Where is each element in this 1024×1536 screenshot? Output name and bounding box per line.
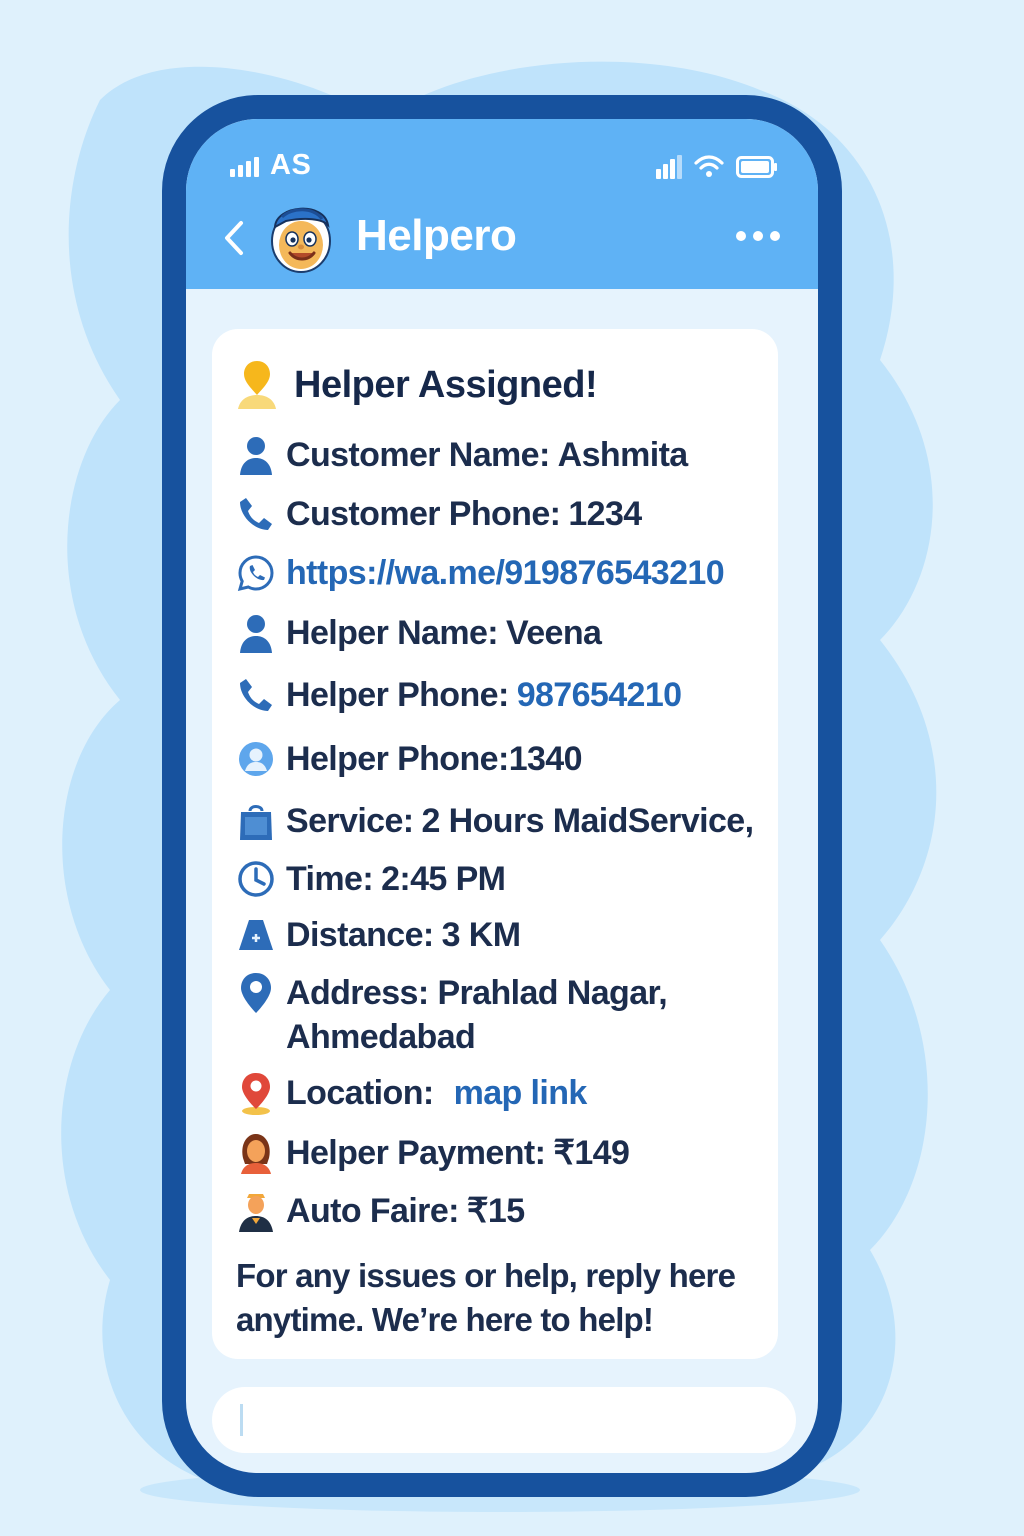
person-pin-icon [238, 361, 276, 409]
helper-phone-label: Helper Phone: [286, 675, 509, 714]
battery-icon [736, 156, 777, 178]
message-input[interactable] [212, 1387, 796, 1453]
customer-name-value: Ashmita [557, 435, 689, 474]
carrier-label: AS [270, 149, 312, 181]
customer-phone-value: 1234 [568, 494, 642, 533]
helper-name-row: Helper Name: Veena [236, 613, 602, 653]
person-icon [240, 437, 272, 475]
bag-icon [240, 805, 272, 840]
helper-payment-row: Helper Payment: ₹149 [236, 1133, 630, 1174]
clock-icon [238, 861, 274, 897]
address-line2: Ahmedabad [286, 1018, 476, 1056]
helper-phone-row: Helper Phone: 987654210 [236, 675, 682, 715]
chat-header: AS Helpero [186, 119, 818, 289]
message-title: Helper Assigned! [234, 359, 598, 411]
helper-name-value: Veena [506, 613, 602, 652]
helper-name-label: Helper Name: [286, 613, 499, 652]
help-message-line1: For any issues or help, reply here [236, 1257, 736, 1294]
nav-bar: Helpero [186, 197, 818, 279]
helper-payment-value: ₹149 [553, 1134, 630, 1172]
carrier: AS [230, 149, 311, 182]
message-title-text: Helper Assigned! [294, 363, 598, 406]
helper-phone-2-label: Helper Phone: [286, 739, 509, 778]
more-dot [736, 231, 746, 241]
more-options-button[interactable] [736, 231, 780, 241]
text-caret [240, 1404, 243, 1436]
cellular-icon [656, 155, 682, 179]
address-label: Address: [286, 974, 429, 1012]
helper-phone-2-row: Helper Phone: 1340 [236, 739, 583, 779]
location-row: Location: map link [236, 1073, 588, 1115]
customer-phone-label: Customer Phone: [286, 494, 561, 533]
auto-fare-value: ₹15 [466, 1192, 525, 1230]
more-dot [753, 231, 763, 241]
distance-row: Distance: 3 KM [236, 915, 521, 955]
time-row: Time: 2:45 PM [236, 859, 506, 899]
driver-icon [239, 1194, 273, 1232]
distance-label: Distance: [286, 915, 434, 954]
location-label: Location: [286, 1073, 434, 1112]
phone-icon [240, 679, 272, 711]
location-pin-icon [242, 1073, 270, 1115]
service-row: Service: 2 Hours MaidService, [236, 801, 755, 841]
time-label: Time: [286, 859, 374, 898]
customer-name-label: Customer Name: [286, 435, 550, 474]
status-bar: AS [186, 149, 818, 189]
helper-payment-label: Helper Payment: [286, 1133, 546, 1172]
person-icon [240, 615, 272, 653]
signal-bars-icon [230, 156, 259, 177]
more-dot [770, 231, 780, 241]
distance-icon [239, 920, 273, 950]
whatsapp-link[interactable]: https://wa.me/919876543210 [286, 554, 725, 593]
woman-icon [241, 1134, 271, 1174]
phone-frame: AS Helpero Helper Assigned! Customer Nam… [162, 95, 842, 1497]
auto-fare-label: Auto Faire: [286, 1191, 459, 1230]
helper-phone-2-value: 1340 [508, 739, 583, 778]
status-icons [656, 155, 778, 179]
back-button[interactable] [214, 215, 254, 261]
service-value: 2 Hours MaidService, [421, 801, 755, 840]
customer-name-row: Customer Name: Ashmita [236, 435, 688, 475]
wifi-icon [694, 155, 724, 177]
address-row: Address: Prahlad Nagar, Ahmedabad [236, 971, 668, 1059]
help-message-line2: anytime. We’re here to help! [236, 1301, 654, 1338]
address-text: Address: Prahlad Nagar, Ahmedabad [286, 971, 668, 1059]
auto-fare-row: Auto Faire: ₹15 [236, 1191, 525, 1232]
chat-title: Helpero [356, 211, 517, 260]
phone-icon [240, 498, 272, 530]
service-label: Service: [286, 801, 414, 840]
distance-value: 3 KM [441, 915, 521, 954]
time-value: 2:45 PM [381, 859, 506, 898]
chevron-left-icon [225, 221, 243, 255]
message-bubble: Helper Assigned! Customer Name: Ashmita … [212, 329, 778, 1359]
helpero-mascot-avatar[interactable] [266, 197, 336, 275]
whatsapp-link-row: https://wa.me/919876543210 [236, 553, 725, 593]
whatsapp-icon [237, 555, 274, 592]
help-message: For any issues or help, reply here anyti… [236, 1254, 766, 1342]
user-circle-icon [239, 742, 273, 776]
map-pin-icon [241, 973, 271, 1013]
helper-phone-link[interactable]: 987654210 [517, 676, 682, 715]
customer-phone-row: Customer Phone: 1234 [236, 494, 642, 534]
address-line1: Prahlad Nagar, [437, 974, 668, 1012]
map-link[interactable]: map link [454, 1074, 588, 1113]
